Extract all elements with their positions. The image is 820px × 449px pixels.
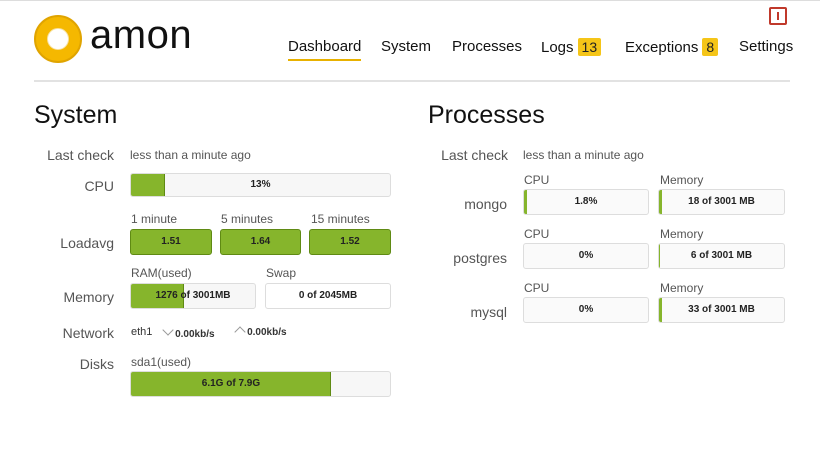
nav-logs[interactable]: Logs 13: [541, 38, 602, 57]
loadavg-5min-value: 1.64: [220, 229, 301, 255]
network-label: Network: [62, 325, 114, 341]
memory-label: Memory: [63, 289, 114, 305]
process-memory-bar: 6 of 3001 MB: [658, 243, 785, 269]
nav-system-label: System: [381, 38, 432, 55]
process-memory-value: 33 of 3001 MB: [688, 304, 755, 315]
amon-logo-icon[interactable]: [34, 15, 82, 63]
process-name: mongo: [464, 196, 507, 212]
processes-section-title: Processes: [428, 101, 545, 129]
process-memory-header: Memory: [660, 173, 704, 187]
cpu-usage-value: 13%: [250, 179, 271, 190]
processes-last-check-value: less than a minute ago: [523, 148, 644, 162]
process-memory-value: 18 of 3001 MB: [688, 196, 755, 207]
process-memory-bar: 33 of 3001 MB: [658, 297, 785, 323]
process-name: mysql: [470, 304, 507, 320]
process-cpu-bar: 0%: [523, 243, 649, 269]
chevron-down-icon: [162, 324, 174, 336]
disk-usage-bar: 6.1G of 7.9G: [130, 371, 391, 397]
process-cpu-header: CPU: [524, 281, 550, 295]
logs-count-badge: 13: [577, 38, 602, 56]
process-cpu-header: CPU: [524, 227, 550, 241]
loadavg-1min-value: 1.51: [130, 229, 212, 255]
loadavg-15min-label: 15 minutes: [311, 212, 370, 226]
network-in-value: 0.00kb/s: [175, 329, 215, 340]
disk-usage-value: 6.1G of 7.9G: [201, 378, 261, 389]
swap-usage-value: 0 of 2045MB: [265, 283, 391, 309]
ram-usage-bar: 1276 of 3001MB: [130, 283, 256, 309]
process-cpu-value: 0%: [578, 304, 594, 315]
system-last-check-label: Last check: [47, 147, 114, 163]
network-in: 0.00kb/s: [162, 324, 215, 340]
loadavg-1min-label: 1 minute: [131, 212, 178, 226]
network-out-value: 0.00kb/s: [247, 327, 287, 338]
loadavg-label: Loadavg: [60, 235, 114, 251]
nav-exceptions-label: Exceptions: [625, 39, 699, 56]
process-memory-value: 6 of 3001 MB: [690, 250, 753, 261]
process-name: postgres: [453, 250, 507, 266]
app-logo-text[interactable]: amon: [90, 13, 192, 57]
nav-processes[interactable]: Processes: [452, 38, 522, 56]
system-last-check-value: less than a minute ago: [130, 148, 251, 162]
system-section-title: System: [34, 101, 118, 129]
processes-last-check-label: Last check: [441, 147, 508, 163]
loadavg-5min-label: 5 minutes: [221, 212, 274, 226]
cpu-label: CPU: [84, 178, 114, 194]
process-memory-bar: 18 of 3001 MB: [658, 189, 785, 215]
exceptions-count-badge: 8: [702, 38, 719, 56]
process-cpu-header: CPU: [524, 173, 550, 187]
nav-dashboard[interactable]: Dashboard: [288, 38, 362, 61]
disks-label: Disks: [79, 356, 114, 372]
network-interface: eth1: [131, 326, 153, 338]
process-memory-header: Memory: [660, 281, 704, 295]
process-cpu-value: 0%: [578, 250, 594, 261]
nav-exceptions[interactable]: Exceptions 8: [625, 38, 719, 57]
nav-settings[interactable]: Settings: [739, 38, 793, 56]
nav-logs-label: Logs: [541, 39, 574, 56]
cpu-usage-bar: 13%: [130, 173, 391, 197]
nav-dashboard-label: Dashboard: [288, 38, 362, 55]
chevron-up-icon: [234, 326, 246, 338]
process-cpu-value: 1.8%: [574, 196, 598, 207]
ram-used-label: RAM(used): [131, 266, 192, 280]
nav-settings-label: Settings: [739, 38, 794, 55]
ram-usage-value: 1276 of 3001MB: [155, 290, 231, 301]
network-out: 0.00kb/s: [234, 326, 287, 338]
loadavg-15min-value: 1.52: [309, 229, 391, 255]
alert-icon[interactable]: [769, 7, 787, 25]
nav-processes-label: Processes: [452, 38, 523, 55]
disk-name: sda1(used): [131, 355, 192, 369]
process-cpu-bar: 1.8%: [523, 189, 649, 215]
header-divider: [34, 80, 790, 82]
nav-system[interactable]: System: [381, 38, 431, 56]
swap-label: Swap: [266, 266, 297, 280]
process-cpu-bar: 0%: [523, 297, 649, 323]
process-memory-header: Memory: [660, 227, 704, 241]
